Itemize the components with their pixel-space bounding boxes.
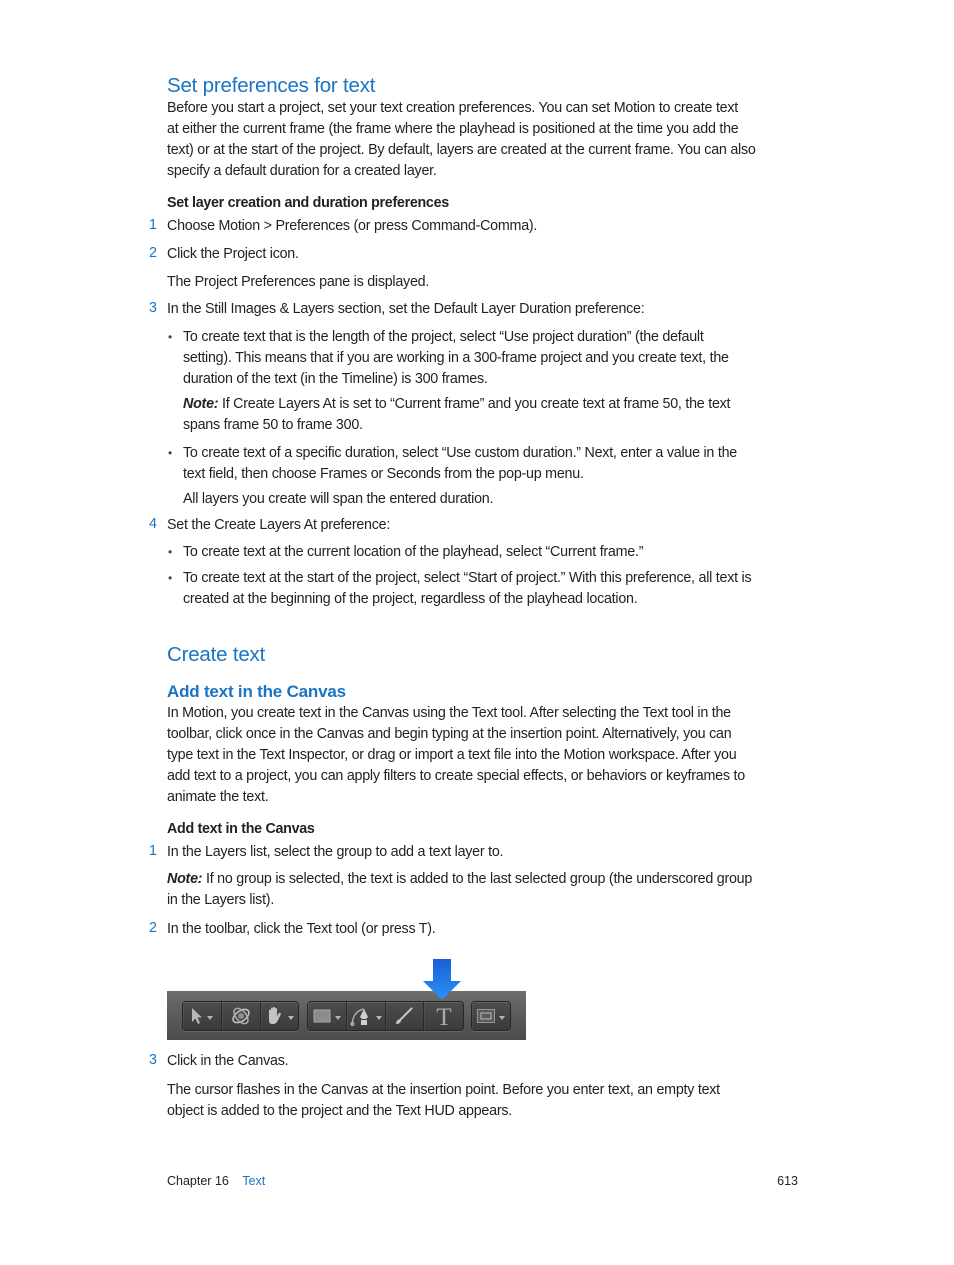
intro-line: at either the current frame (the frame w… <box>167 121 739 137</box>
bullet-icon: • <box>168 330 173 344</box>
step-result: The cursor flashes in the Canvas at the … <box>167 1080 720 1122</box>
section2-intro: In Motion, you create text in the Canvas… <box>167 703 807 808</box>
bezier-tool-button[interactable] <box>347 1002 386 1030</box>
bullet-line: created at the beginning of the project,… <box>183 591 638 607</box>
result-line: The cursor flashes in the Canvas at the … <box>167 1082 720 1098</box>
intro-line: animate the text. <box>167 789 269 805</box>
note-label: Note: <box>167 871 203 887</box>
toolbar-group-transform <box>182 1001 299 1031</box>
note-label: Note: <box>183 396 219 412</box>
bullet-line: setting). This means that if you are wor… <box>183 350 729 366</box>
step-text: Click in the Canvas. <box>167 1053 289 1069</box>
task-title: Set layer creation and duration preferen… <box>167 195 449 211</box>
step-number: 1 <box>149 843 157 859</box>
note-text: If no group is selected, the text is add… <box>202 871 753 887</box>
bullet-item: To create text at the start of the proje… <box>183 568 752 610</box>
select-tool-button[interactable] <box>183 1002 222 1030</box>
motion-toolbar-figure: T <box>167 991 526 1040</box>
bullet-icon: • <box>168 571 173 585</box>
chapter-title-link[interactable]: Text <box>242 1174 265 1188</box>
bullet-result: All layers you create will span the ente… <box>183 491 494 507</box>
note-text: If Create Layers At is set to “Current f… <box>218 396 731 412</box>
result-line: object is added to the project and the T… <box>167 1103 512 1119</box>
3d-transform-tool-button[interactable] <box>222 1002 261 1030</box>
subheading-add-text-canvas: Add text in the Canvas <box>167 682 346 701</box>
pan-tool-button[interactable] <box>261 1002 298 1030</box>
step-number: 2 <box>149 245 157 261</box>
step-result: The Project Preferences pane is displaye… <box>167 274 430 290</box>
note: Note: If no group is selected, the text … <box>167 869 752 911</box>
step-text: Click the Project icon. <box>167 246 299 262</box>
step-number: 1 <box>149 217 157 233</box>
step-text: In the Still Images & Layers section, se… <box>167 301 645 317</box>
step-number: 4 <box>149 516 157 532</box>
bullet-icon: • <box>168 446 173 460</box>
section-heading-create-text: Create text <box>167 643 266 666</box>
bullet-line: To create text at the start of the proje… <box>183 570 752 586</box>
menu-triangle-icon <box>375 1015 382 1020</box>
intro-line: text) or at the start of the project. By… <box>167 142 756 158</box>
bullet-item: To create text at the current location o… <box>183 542 643 563</box>
paint-stroke-tool-button[interactable] <box>386 1002 425 1030</box>
mask-tool-button[interactable] <box>472 1002 510 1030</box>
note-text: spans frame 50 to frame 300. <box>183 417 363 433</box>
step-text: In the Layers list, select the group to … <box>167 844 504 860</box>
bullet-line: text field, then choose Frames or Second… <box>183 466 584 482</box>
task-title: Add text in the Canvas <box>167 821 315 837</box>
toolbar-group-create: T <box>307 1001 464 1031</box>
intro-line: toolbar, click once in the Canvas and be… <box>167 726 732 742</box>
text-tool-icon: T <box>436 1004 451 1028</box>
note: Note: If Create Layers At is set to “Cur… <box>183 394 731 436</box>
mask-rectangle-icon <box>477 1009 495 1023</box>
bezier-pen-icon <box>350 1008 368 1026</box>
callout-arrow-icon <box>423 959 461 1000</box>
note-text: in the Layers list). <box>167 892 275 908</box>
rectangle-shape-icon <box>313 1009 331 1023</box>
paint-brush-icon <box>396 1007 414 1024</box>
intro-line: add text to a project, you can apply fil… <box>167 768 745 784</box>
intro-line: specify a default duration for a created… <box>167 163 437 179</box>
menu-triangle-icon <box>207 1015 213 1020</box>
text-tool-button[interactable]: T <box>424 1002 463 1030</box>
footer-chapter: Chapter 16 Text <box>167 1174 265 1188</box>
menu-triangle-icon <box>334 1015 341 1020</box>
menu-triangle-icon <box>499 1015 505 1020</box>
select-arrow-icon <box>192 1008 202 1024</box>
page-number: 613 <box>777 1174 798 1188</box>
step-number: 2 <box>149 920 157 936</box>
bullet-icon: • <box>168 545 173 559</box>
bullet-line: To create text at the current location o… <box>183 544 644 560</box>
bullet-item: To create text that is the length of the… <box>183 327 729 390</box>
bullet-line: duration of the text (in the Timeline) i… <box>183 371 488 387</box>
intro-line: Before you start a project, set your tex… <box>167 100 738 116</box>
step-text: Set the Create Layers At preference: <box>167 517 391 533</box>
step-number: 3 <box>149 300 157 316</box>
intro-line: type text in the Text Inspector, or drag… <box>167 747 737 763</box>
section1-intro: Before you start a project, set your tex… <box>167 98 807 182</box>
step-text: Choose Motion > Preferences (or press Co… <box>167 218 538 234</box>
document-page: Set preferences for text Before you star… <box>0 0 954 1265</box>
svg-text:T: T <box>436 1004 451 1028</box>
shape-tool-button[interactable] <box>308 1002 347 1030</box>
toolbar-group-mask <box>471 1001 511 1031</box>
3d-transform-icon <box>232 1007 250 1025</box>
bullet-line: To create text of a specific duration, s… <box>183 445 737 461</box>
bullet-line: To create text that is the length of the… <box>183 329 704 345</box>
bullet-item: To create text of a specific duration, s… <box>183 443 737 485</box>
step-number: 3 <box>149 1052 157 1068</box>
intro-line: In Motion, you create text in the Canvas… <box>167 705 731 721</box>
step-text: In the toolbar, click the Text tool (or … <box>167 921 436 937</box>
chapter-label: Chapter 16 <box>167 1174 229 1188</box>
pan-hand-icon <box>268 1007 281 1024</box>
section-heading-set-preferences: Set preferences for text <box>167 74 376 97</box>
menu-triangle-icon <box>287 1015 294 1020</box>
